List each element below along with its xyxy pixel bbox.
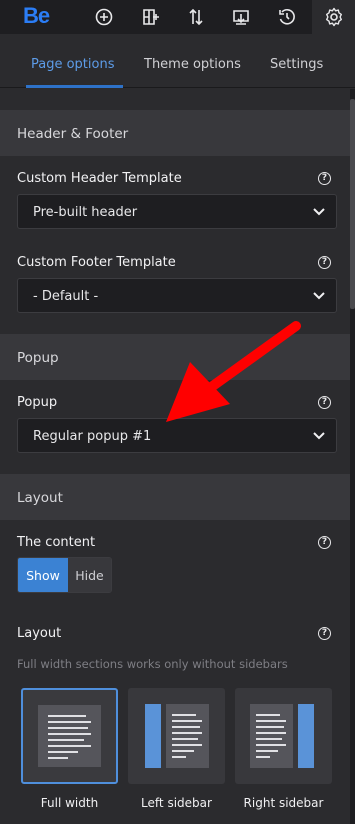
section-layout[interactable]: Layout [0, 474, 350, 520]
page-thumbnail [38, 705, 101, 767]
layout-option-full-width-label: Full width [40, 796, 99, 810]
layout-label: Layout [17, 626, 62, 641]
hide-button[interactable]: Hide [68, 558, 111, 592]
options-tabs: Page options Theme options Settings [0, 34, 355, 88]
help-icon[interactable]: ? [318, 256, 331, 269]
logo: Be [23, 3, 50, 28]
layout-option-right-sidebar[interactable] [235, 688, 332, 784]
section-header-footer[interactable]: Header & Footer [0, 110, 350, 156]
tab-settings[interactable]: Settings [270, 57, 323, 72]
custom-header-label: Custom Header Template [17, 171, 182, 186]
layout-option-left-sidebar[interactable] [128, 688, 225, 784]
scrollbar-thumb[interactable] [350, 99, 355, 309]
layout-option-right-sidebar-label: Right sidebar [243, 796, 324, 810]
custom-footer-value: - Default - [33, 289, 99, 304]
add-section-icon[interactable] [140, 6, 162, 28]
help-icon[interactable]: ? [318, 396, 331, 409]
top-toolbar: Be [0, 0, 355, 34]
import-icon[interactable] [230, 6, 252, 28]
the-content-label: The content [17, 535, 96, 550]
tab-page-options[interactable]: Page options [31, 57, 114, 72]
popup-label: Popup [17, 395, 58, 410]
page-thumbnail [250, 704, 293, 768]
help-icon[interactable]: ? [318, 536, 331, 549]
tab-theme-options[interactable]: Theme options [144, 57, 241, 72]
content-visibility-toggle: Show Hide [17, 557, 112, 593]
custom-header-value: Pre-built header [33, 205, 138, 220]
history-icon[interactable] [276, 6, 298, 28]
chevron-down-icon [313, 208, 325, 216]
sidebar-thumbnail [145, 704, 161, 768]
page-thumbnail [166, 704, 209, 768]
layout-option-left-sidebar-label: Left sidebar [141, 796, 212, 810]
show-button[interactable]: Show [18, 558, 68, 592]
custom-footer-select[interactable]: - Default - [17, 278, 337, 313]
layout-hint: Full width sections works only without s… [17, 657, 288, 671]
chevron-down-icon [313, 292, 325, 300]
scrollbar[interactable] [350, 89, 355, 824]
custom-header-select[interactable]: Pre-built header [17, 194, 337, 229]
popup-select[interactable]: Regular popup #1 [17, 418, 337, 453]
help-icon[interactable]: ? [318, 172, 331, 185]
sidebar-thumbnail [298, 704, 314, 768]
settings-icon[interactable] [312, 0, 355, 34]
popup-value: Regular popup #1 [33, 429, 152, 444]
active-tab-indicator [26, 85, 123, 88]
sort-icon[interactable] [185, 6, 207, 28]
add-icon[interactable] [93, 6, 115, 28]
custom-footer-label: Custom Footer Template [17, 255, 176, 270]
chevron-down-icon [313, 432, 325, 440]
section-popup[interactable]: Popup [0, 334, 350, 380]
help-icon[interactable]: ? [318, 627, 331, 640]
layout-option-full-width[interactable] [21, 688, 118, 784]
